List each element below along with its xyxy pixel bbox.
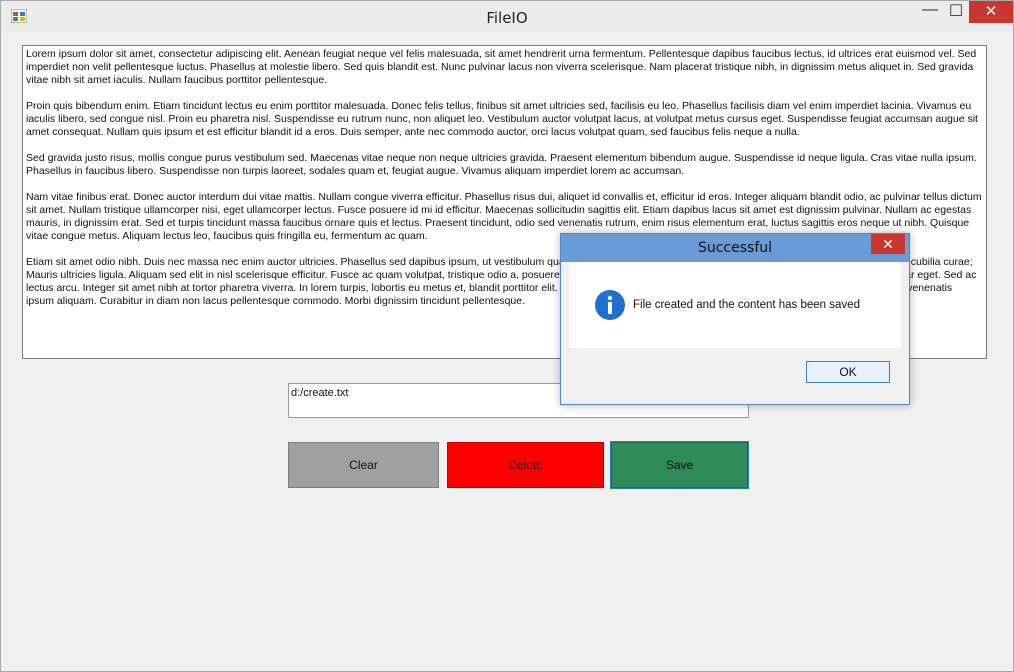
dialog-title: Successful xyxy=(697,240,773,256)
minimize-button[interactable]: — xyxy=(917,1,943,23)
dialog-message: File created and the content has been sa… xyxy=(633,299,860,311)
paragraph: Sed gravida justo risus, mollis congue p… xyxy=(26,152,977,177)
minimize-icon: — xyxy=(922,1,938,18)
dialog-title-bar[interactable]: Successful ✕ xyxy=(561,234,909,262)
dialog-footer: OK xyxy=(569,348,901,396)
window-title: FileIO xyxy=(486,9,528,27)
delete-button[interactable]: Delete xyxy=(447,442,604,488)
info-icon xyxy=(595,290,625,320)
maximize-button[interactable]: ☐ xyxy=(943,1,969,23)
title-bar[interactable]: FileIO — ☐ ✕ xyxy=(1,1,1013,33)
ok-button[interactable]: OK xyxy=(806,361,890,383)
maximize-icon: ☐ xyxy=(948,3,964,20)
clear-button[interactable]: Clear xyxy=(288,442,439,488)
dialog-close-button[interactable]: ✕ xyxy=(871,234,905,254)
close-icon: ✕ xyxy=(984,3,998,20)
success-dialog: Successful ✕ File created and the conten… xyxy=(560,233,910,405)
save-button[interactable]: Save xyxy=(610,441,749,489)
close-icon: ✕ xyxy=(882,236,894,252)
paragraph: Lorem ipsum dolor sit amet, consectetur … xyxy=(26,48,977,86)
dialog-body: File created and the content has been sa… xyxy=(569,262,901,348)
paragraph: Proin quis bibendum enim. Etiam tincidun… xyxy=(26,100,978,138)
close-button[interactable]: ✕ xyxy=(969,1,1013,23)
